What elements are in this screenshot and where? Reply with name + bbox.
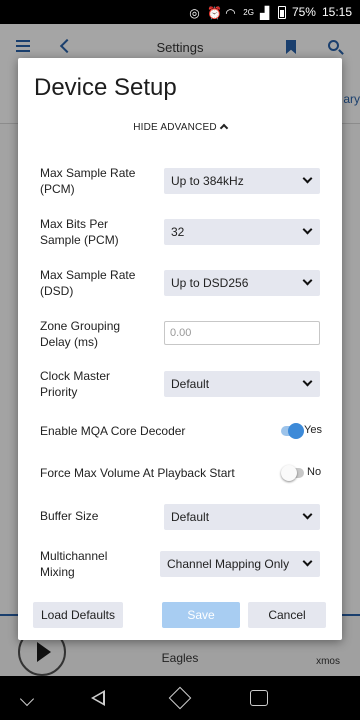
max-sample-rate-dsd-value: Up to DSD256 xyxy=(171,276,249,290)
load-defaults-button[interactable]: Load Defaults xyxy=(33,602,123,628)
chevron-down-icon xyxy=(302,224,313,235)
chevron-down-icon xyxy=(302,173,313,184)
clock-master-priority-value: Default xyxy=(171,377,210,391)
zone-grouping-delay-input[interactable]: 0.00 xyxy=(164,321,320,345)
zone-name[interactable]: xmos xyxy=(316,656,340,667)
multichannel-mixing-label: Multichannel Mixing xyxy=(40,549,108,579)
chevron-down-icon xyxy=(302,509,313,520)
max-sample-rate-pcm-label: Max Sample Rate (PCM) xyxy=(40,166,136,196)
buffer-size-label: Buffer Size xyxy=(40,509,99,523)
clock-master-priority-label: Clock Master Priority xyxy=(40,369,111,399)
buffer-size-select[interactable]: Default xyxy=(164,504,320,530)
alarm-icon: ⏰ xyxy=(207,6,223,20)
navigation-bar xyxy=(0,676,360,720)
max-bits-per-sample-label: Max Bits Per Sample (PCM) xyxy=(40,217,119,247)
max-bits-per-sample-value: 32 xyxy=(171,225,185,239)
buffer-size-value: Default xyxy=(171,510,210,524)
zone-grouping-delay-placeholder: 0.00 xyxy=(170,327,192,339)
enable-mqa-state: Yes xyxy=(304,424,322,436)
clock: 15:15 xyxy=(321,5,352,19)
search-icon[interactable] xyxy=(328,40,339,51)
chevron-down-icon xyxy=(302,556,313,567)
force-max-volume-label: Force Max Volume At Playback Start xyxy=(40,466,235,480)
battery-icon xyxy=(277,5,286,19)
hide-advanced-toggle[interactable]: HIDE ADVANCED xyxy=(18,122,342,133)
header-title: Settings xyxy=(156,40,204,55)
max-sample-rate-dsd-label: Max Sample Rate (DSD) xyxy=(40,268,136,298)
nav-recents-icon[interactable] xyxy=(250,690,268,706)
chevron-down-icon xyxy=(302,376,313,387)
library-tab-fragment[interactable]: ary xyxy=(343,92,360,106)
max-sample-rate-pcm-value: Up to 384kHz xyxy=(171,174,244,188)
status-bar: ◎ ⏰ ◠ 2G ▟ 75% 15:15 xyxy=(0,0,360,24)
battery-percent: 75% xyxy=(291,5,316,19)
signal-icon: ▟ xyxy=(259,6,270,20)
clock-master-priority-select[interactable]: Default xyxy=(164,371,320,397)
nav-home-icon[interactable] xyxy=(168,686,192,710)
multichannel-mixing-select[interactable]: Channel Mapping Only xyxy=(160,551,320,577)
zone-grouping-delay-label: Zone Grouping Delay (ms) xyxy=(40,319,121,349)
hide-advanced-label: HIDE ADVANCED xyxy=(133,122,217,133)
max-sample-rate-dsd-select[interactable]: Up to DSD256 xyxy=(164,270,320,296)
enable-mqa-label: Enable MQA Core Decoder xyxy=(40,424,186,438)
enable-mqa-toggle[interactable] xyxy=(281,423,304,439)
vibrate-icon: ◎ xyxy=(189,6,200,20)
hide-keyboard-icon[interactable] xyxy=(19,691,35,707)
dialog-title: Device Setup xyxy=(34,74,177,101)
chevron-up-icon xyxy=(219,123,229,133)
force-max-volume-toggle[interactable] xyxy=(281,465,304,481)
toggle-knob xyxy=(281,465,297,481)
max-sample-rate-pcm-select[interactable]: Up to 384kHz xyxy=(164,168,320,194)
force-max-volume-state: No xyxy=(307,466,322,478)
nav-back-icon[interactable] xyxy=(91,690,105,706)
multichannel-mixing-value: Channel Mapping Only xyxy=(167,557,290,571)
toggle-knob xyxy=(288,423,304,439)
wifi-icon: ◠ xyxy=(225,6,236,20)
max-bits-per-sample-select[interactable]: 32 xyxy=(164,219,320,245)
cancel-button[interactable]: Cancel xyxy=(248,602,326,628)
save-button[interactable]: Save xyxy=(162,602,240,628)
artist-name: Eagles xyxy=(161,651,199,665)
chevron-down-icon xyxy=(302,275,313,286)
device-setup-dialog: Device Setup HIDE ADVANCED Max Sample Ra… xyxy=(18,58,342,640)
network-type: 2G xyxy=(243,7,254,17)
